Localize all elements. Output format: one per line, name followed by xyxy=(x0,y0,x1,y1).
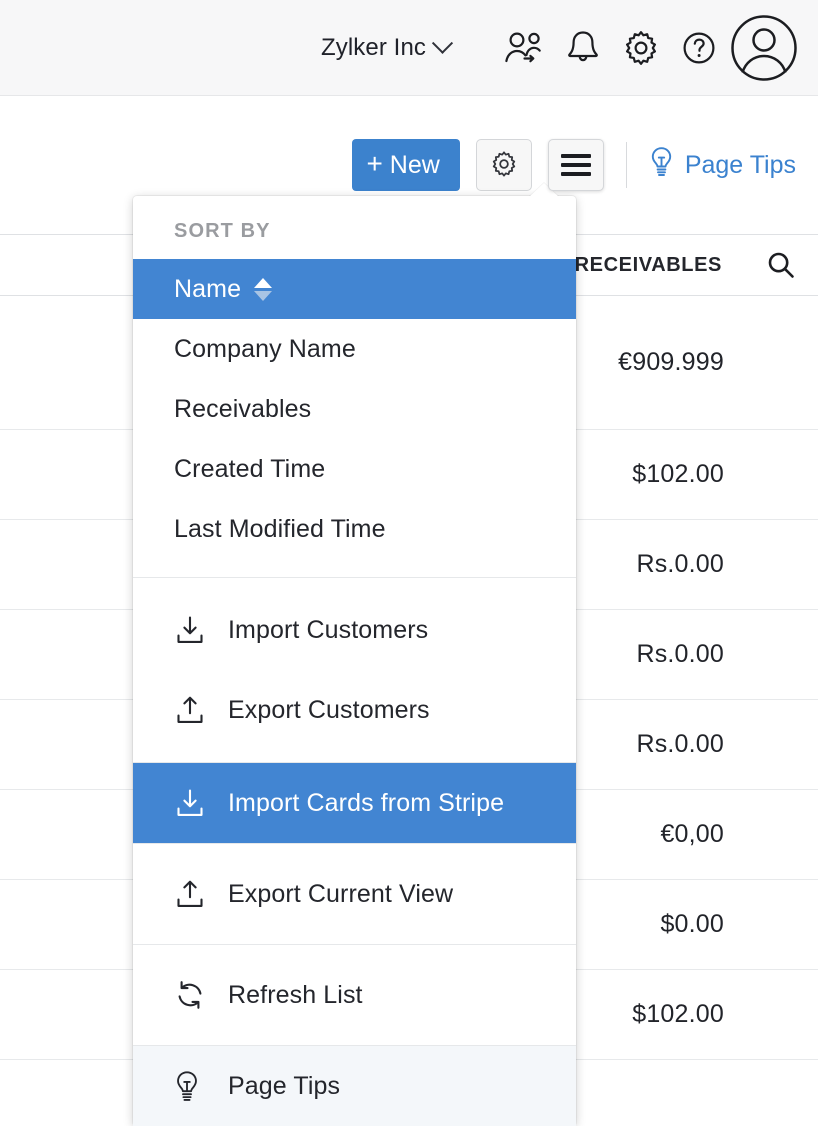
sort-by-section: SORT BY Name Company Name Receivables Cr… xyxy=(133,196,576,578)
search-icon[interactable] xyxy=(766,250,796,280)
org-switcher[interactable]: Zylker Inc xyxy=(321,34,450,62)
sort-option-last-modified-time[interactable]: Last Modified Time xyxy=(133,499,576,559)
menu-item-label: Page Tips xyxy=(228,1072,340,1101)
import-export-section: Import Customers Export Customers xyxy=(133,578,576,763)
toolbar-divider xyxy=(626,142,627,188)
sort-direction-icon[interactable] xyxy=(254,278,272,301)
export-view-section: Export Current View xyxy=(133,844,576,945)
list-actions-dropdown: SORT BY Name Company Name Receivables Cr… xyxy=(133,196,576,1126)
menu-item-label: Import Cards from Stripe xyxy=(228,789,504,818)
cell-receivables: $102.00 xyxy=(632,1000,724,1029)
help-icon[interactable] xyxy=(670,19,728,77)
lightbulb-icon xyxy=(649,146,674,185)
menu-item-label: Refresh List xyxy=(228,981,363,1010)
page-tips-label: Page Tips xyxy=(685,151,796,180)
export-upload-icon xyxy=(174,694,228,726)
menu-item-label: Import Customers xyxy=(228,616,428,645)
sort-option-label: Name xyxy=(174,275,241,304)
refresh-section: Refresh List xyxy=(133,945,576,1046)
menu-item-label: Export Customers xyxy=(228,696,430,725)
menu-item-import-customers[interactable]: Import Customers xyxy=(133,590,576,670)
cell-receivables: €0,00 xyxy=(660,820,724,849)
cell-receivables: Rs.0.00 xyxy=(636,640,724,669)
user-avatar-icon[interactable] xyxy=(728,12,800,84)
export-upload-icon xyxy=(174,878,228,910)
menu-item-page-tips[interactable]: Page Tips xyxy=(133,1046,576,1126)
refresh-icon xyxy=(174,979,228,1011)
gear-icon xyxy=(490,150,518,181)
toolbar-settings-button[interactable] xyxy=(476,139,532,191)
page-tips-section: Page Tips xyxy=(133,1046,576,1126)
menu-item-export-customers[interactable]: Export Customers xyxy=(133,670,576,750)
new-button-label: New xyxy=(390,153,440,178)
stripe-section: Import Cards from Stripe xyxy=(133,763,576,844)
cell-receivables: $0.00 xyxy=(660,910,724,939)
sort-option-label: Receivables xyxy=(174,395,311,424)
import-download-icon xyxy=(174,614,228,646)
sort-option-name[interactable]: Name xyxy=(133,259,576,319)
invite-users-icon[interactable] xyxy=(496,19,554,77)
menu-item-label: Export Current View xyxy=(228,880,453,909)
cell-receivables: $102.00 xyxy=(632,460,724,489)
import-download-icon xyxy=(174,787,228,819)
org-name-label: Zylker Inc xyxy=(321,34,426,62)
chevron-down-icon xyxy=(432,33,453,54)
page-tips-link[interactable]: Page Tips xyxy=(649,146,796,185)
sort-option-label: Last Modified Time xyxy=(174,515,386,544)
settings-gear-icon[interactable] xyxy=(612,19,670,77)
menu-item-export-current-view[interactable]: Export Current View xyxy=(133,854,576,934)
cell-receivables: Rs.0.00 xyxy=(636,550,724,579)
column-header-receivables: RECEIVABLES xyxy=(575,254,722,277)
sort-option-created-time[interactable]: Created Time xyxy=(133,439,576,499)
notifications-bell-icon[interactable] xyxy=(554,19,612,77)
sort-option-label: Company Name xyxy=(174,335,356,364)
list-actions-menu-button[interactable] xyxy=(548,139,604,191)
lightbulb-icon xyxy=(174,1070,228,1103)
cell-receivables: €909.999 xyxy=(618,348,724,377)
menu-item-import-cards-from-stripe[interactable]: Import Cards from Stripe xyxy=(133,763,576,843)
sort-option-company-name[interactable]: Company Name xyxy=(133,319,576,379)
cell-receivables: Rs.0.00 xyxy=(636,730,724,759)
sort-by-title: SORT BY xyxy=(133,196,576,259)
plus-icon: + xyxy=(366,150,382,178)
new-button[interactable]: + New xyxy=(352,139,459,191)
sort-option-receivables[interactable]: Receivables xyxy=(133,379,576,439)
sort-option-label: Created Time xyxy=(174,455,325,484)
top-bar: Zylker Inc xyxy=(0,0,818,96)
hamburger-icon xyxy=(561,154,591,176)
menu-item-refresh-list[interactable]: Refresh List xyxy=(133,955,576,1035)
